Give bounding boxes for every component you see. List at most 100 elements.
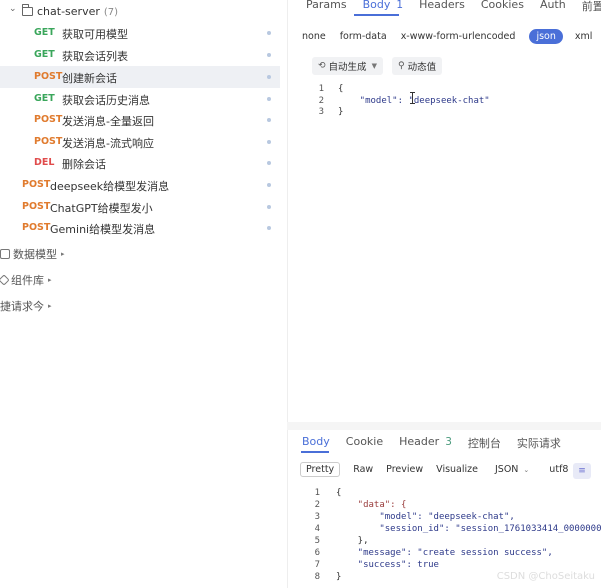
- dynamic-value-button[interactable]: ⚲ 动态值: [392, 57, 443, 75]
- code-line: {: [338, 84, 344, 94]
- section-label: 数据模型: [13, 248, 57, 261]
- tab-response-body[interactable]: Body: [302, 435, 330, 451]
- dynamic-value-label: 动态值: [407, 62, 437, 73]
- code-line: "message": "create session success",: [336, 548, 553, 558]
- auto-generate-button[interactable]: ⟲ 自动生成 ▼: [312, 57, 383, 75]
- status-dot: [267, 75, 271, 79]
- request-editor-panel: Params Body 1 Headers Cookies Auth 前置操作 n…: [287, 0, 601, 588]
- line-number: 1: [314, 488, 320, 498]
- wand-icon: ⚲: [398, 61, 405, 71]
- tab-console[interactable]: 控制台: [468, 435, 501, 451]
- caret-right-icon: ▸: [48, 302, 52, 310]
- status-dot: [267, 140, 271, 144]
- code-line: "model": "deepseek-chat": [338, 96, 490, 106]
- tab-cookies[interactable]: Cookies: [481, 0, 524, 14]
- code-line: }: [336, 572, 342, 582]
- status-dot: [267, 118, 271, 122]
- request-name: 删除会话: [62, 158, 106, 171]
- status-dot: [267, 161, 271, 165]
- method-badge: POST: [22, 222, 51, 233]
- root-item-0[interactable]: POST deepseek给模型发消息: [0, 174, 280, 196]
- watermark: CSDN @ChoSeitaku: [496, 571, 595, 582]
- line-number: 2: [314, 500, 320, 510]
- tab-auth[interactable]: Auth: [540, 0, 566, 14]
- request-name: 发送消息-流式响应: [62, 137, 154, 150]
- request-name: 获取会话列表: [62, 50, 128, 63]
- line-number: 8: [314, 572, 320, 582]
- tree-item-0[interactable]: GET 获取可用模型: [0, 22, 280, 44]
- folder-icon: [22, 4, 33, 16]
- tree-item-5[interactable]: POST 发送消息-流式响应: [0, 131, 280, 153]
- tab-headers[interactable]: Headers: [419, 0, 465, 14]
- active-response-tab-underline: [301, 451, 329, 453]
- view-pretty[interactable]: Pretty: [300, 462, 341, 477]
- active-tab-underline: [354, 14, 399, 16]
- tab-badge: 1: [396, 0, 404, 11]
- body-type-xml[interactable]: xml: [575, 31, 593, 42]
- method-badge: POST: [22, 201, 51, 212]
- body-type-json[interactable]: json: [529, 29, 563, 44]
- status-dot: [267, 183, 271, 187]
- view-preview[interactable]: Preview: [386, 464, 423, 475]
- status-dot: [267, 226, 271, 230]
- body-type-none[interactable]: none: [302, 31, 326, 42]
- chevron-down-icon: ▼: [371, 62, 377, 70]
- root-item-1[interactable]: POST ChatGPT给模型发小: [0, 196, 280, 218]
- request-name: deepseek给模型发消息: [50, 180, 170, 193]
- tab-response-cookie[interactable]: Cookie: [346, 435, 383, 451]
- request-tabs: Params Body 1 Headers Cookies Auth 前置操作: [306, 0, 601, 14]
- code-line: },: [336, 536, 369, 546]
- request-name: 发送消息-全量返回: [62, 115, 154, 128]
- body-type-urlencoded[interactable]: x-www-form-urlencoded: [401, 31, 516, 42]
- request-name: 获取可用模型: [62, 28, 128, 41]
- line-number: 5: [314, 536, 320, 546]
- tree-item-3[interactable]: GET 获取会话历史消息: [0, 88, 280, 110]
- request-name: 获取会话历史消息: [62, 94, 150, 107]
- method-badge: POST: [22, 179, 51, 190]
- tab-label: Body: [362, 0, 391, 11]
- tree-item-6[interactable]: DEL 删除会话: [0, 152, 280, 174]
- code-line: "model": "deepseek-chat",: [336, 512, 515, 522]
- layers-icon: [0, 274, 10, 286]
- format-select[interactable]: JSON ⌄: [495, 464, 529, 475]
- panel-divider: [287, 422, 601, 430]
- status-dot: [267, 53, 271, 57]
- view-raw[interactable]: Raw: [353, 464, 373, 475]
- section-quick-requests[interactable]: 捷请求今 ▸: [0, 296, 52, 316]
- body-type-selector: none form-data x-www-form-urlencoded jso…: [302, 29, 601, 44]
- section-label: 组件库: [11, 274, 44, 287]
- body-type-form-data[interactable]: form-data: [340, 31, 387, 42]
- line-number: 1: [318, 84, 324, 94]
- tab-badge: 3: [445, 436, 452, 448]
- response-tabs: Body Cookie Header 3 控制台 实际请求: [302, 435, 577, 451]
- view-visualize[interactable]: Visualize: [436, 464, 478, 475]
- tab-actual-request[interactable]: 实际请求: [517, 435, 561, 451]
- method-badge: GET: [34, 49, 55, 60]
- tree-item-2[interactable]: POST 创建新会话: [0, 66, 280, 88]
- section-components[interactable]: 组件库 ▸: [0, 270, 52, 290]
- root-item-2[interactable]: POST Gemini给模型发消息: [0, 217, 280, 239]
- tree-item-1[interactable]: GET 获取会话列表: [0, 44, 280, 66]
- tab-response-header[interactable]: Header 3: [399, 435, 452, 451]
- encoding-value: utf8: [549, 464, 569, 475]
- wrap-lines-icon[interactable]: ≡: [573, 463, 591, 479]
- request-name: 创建新会话: [62, 72, 117, 85]
- tab-body[interactable]: Body 1: [363, 0, 403, 14]
- text-cursor-icon: [410, 92, 415, 104]
- folder-count: (7): [103, 7, 119, 18]
- method-badge: GET: [34, 93, 55, 104]
- chevron-down-icon[interactable]: ⌄: [9, 4, 17, 14]
- tab-label: Header: [399, 435, 440, 448]
- auto-generate-label: 自动生成: [328, 62, 367, 73]
- response-view-tools: Pretty Raw Preview Visualize JSON ⌄ utf8 ⌄: [298, 462, 587, 477]
- line-number: 6: [314, 548, 320, 558]
- code-line: }: [338, 107, 344, 117]
- status-dot: [267, 205, 271, 209]
- section-data-models[interactable]: 数据模型 ▸: [0, 244, 65, 264]
- tab-params[interactable]: Params: [306, 0, 347, 14]
- tree-item-4[interactable]: POST 发送消息-全量返回: [0, 109, 280, 131]
- request-name: ChatGPT给模型发小: [50, 202, 153, 215]
- method-badge: POST: [34, 136, 63, 147]
- tab-pre-actions[interactable]: 前置操作: [582, 0, 601, 14]
- folder-chat-server[interactable]: ⌄ chat-server (7): [0, 1, 280, 23]
